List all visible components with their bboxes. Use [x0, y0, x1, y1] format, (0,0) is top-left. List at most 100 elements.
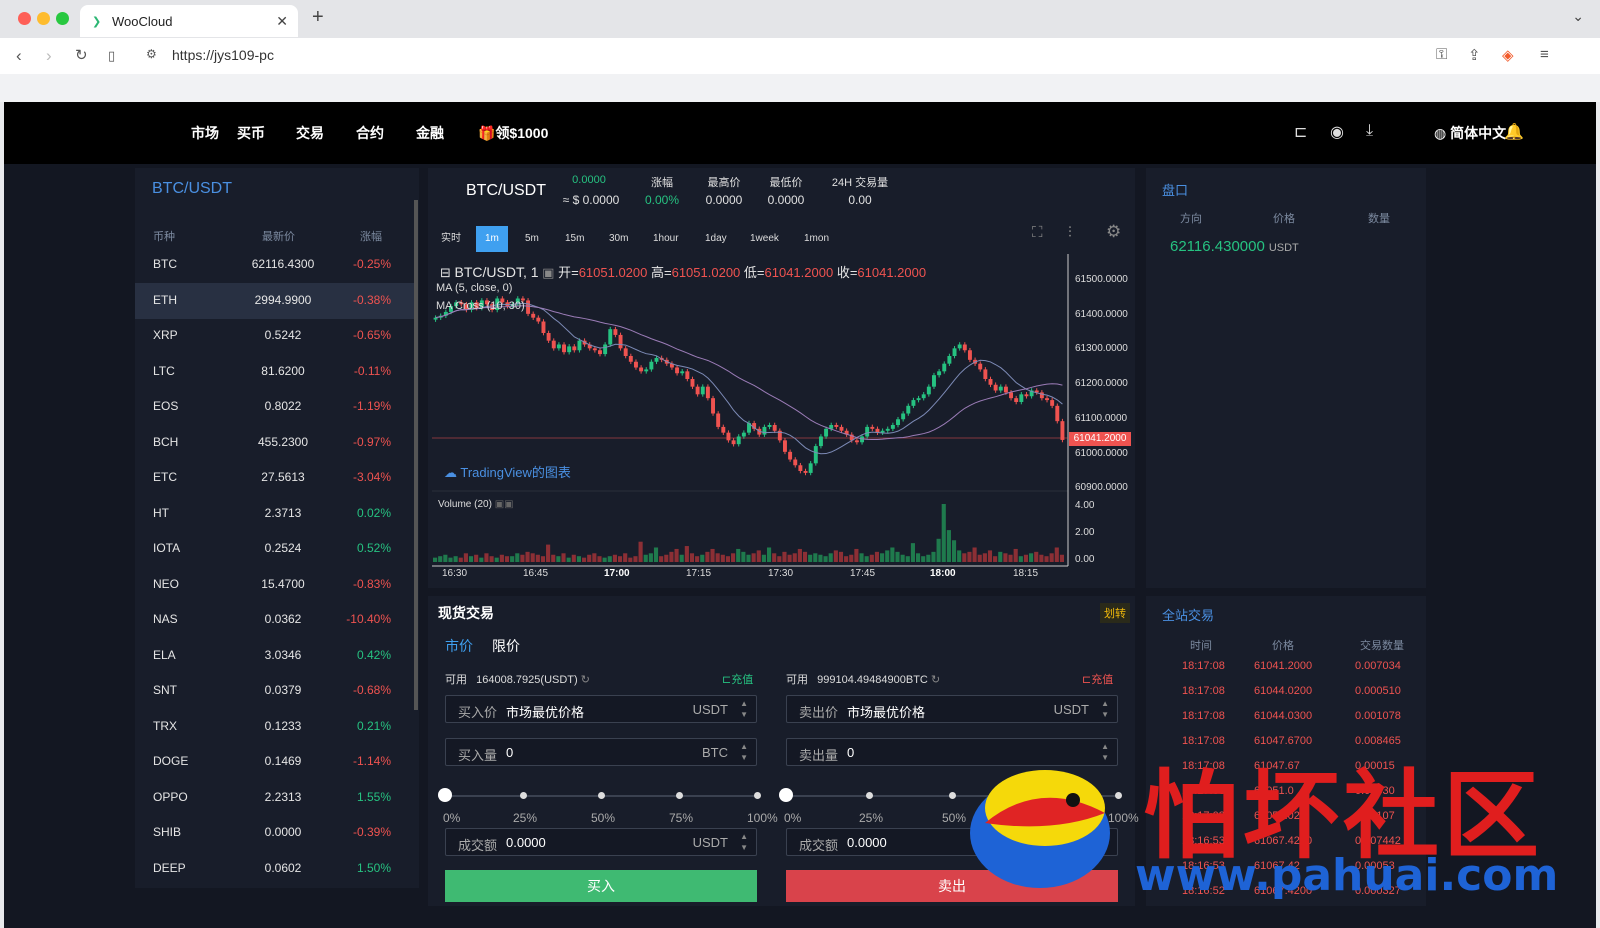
nav-buy-coin[interactable]: 买币 — [237, 123, 265, 143]
chart-settings-icon[interactable]: ⚙ — [1106, 222, 1121, 242]
market-row-ela[interactable]: ELA 3.0346 0.42% — [135, 638, 415, 674]
market-row-doge[interactable]: DOGE 0.1469 -1.14% — [135, 744, 415, 780]
market-row-eos[interactable]: EOS 0.8022 -1.19% — [135, 389, 415, 425]
refresh-icon[interactable]: ↻ — [931, 674, 940, 686]
sell-price-field[interactable]: 卖出价 市场最优价格 USDT ▲ ▼ — [786, 695, 1118, 723]
site-header: 市场 买币 交易 合约 金融 🎁领$1000 ⊏ ◉ ⤓ ◍ 简体中文 ‹ 🔔 — [4, 102, 1596, 164]
tab-market-order[interactable]: 市价 — [445, 636, 473, 656]
reload-icon[interactable]: ↻ — [75, 46, 88, 64]
nav-finance[interactable]: 金融 — [416, 123, 444, 143]
ticker-price: 0.0000 — [572, 174, 606, 186]
market-row-xrp[interactable]: XRP 0.5242 -0.65% — [135, 318, 415, 354]
new-tab-icon[interactable]: + — [312, 6, 324, 29]
market-row-bch[interactable]: BCH 455.2300 -0.97% — [135, 425, 415, 461]
tf-15m[interactable]: 15m — [565, 226, 584, 252]
maximize-window-button[interactable] — [56, 12, 69, 25]
tf-realtime[interactable]: 实时 — [441, 226, 461, 252]
volume-settings-icon[interactable]: ▣▣ — [495, 499, 514, 510]
bell-icon[interactable]: 🔔 — [1504, 122, 1524, 142]
indicators-icon[interactable]: ⫶ — [1068, 224, 1072, 241]
fullscreen-icon[interactable]: ⛶ — [1032, 224, 1043, 241]
buy-qty-field[interactable]: 买入量 0 BTC ▲ ▼ — [445, 738, 757, 766]
volume-bar — [741, 551, 746, 562]
market-row-nas[interactable]: NAS 0.0362 -10.40% — [135, 602, 415, 638]
buy-deposit-link[interactable]: ⊏充值 — [722, 671, 753, 687]
nav-trade[interactable]: 交易 — [296, 123, 324, 143]
tf-1day[interactable]: 1day — [705, 226, 727, 252]
tf-1mon[interactable]: 1mon — [804, 226, 829, 252]
language-selector[interactable]: ◍ 简体中文 ‹ — [1434, 123, 1515, 143]
market-row-etc[interactable]: ETC 27.5613 -3.04% — [135, 460, 415, 496]
browser-tab[interactable]: ❯ WooCloud ✕ — [80, 5, 298, 37]
sell-deposit-link[interactable]: ⊏充值 — [1082, 671, 1113, 687]
market-change: 0.52% — [356, 541, 391, 555]
tab-list-chevron-icon[interactable]: ⌄ — [1572, 8, 1584, 25]
address-bar[interactable]: https://jys109-pc — [172, 47, 274, 63]
forward-icon[interactable]: › — [46, 46, 52, 66]
market-row-shib[interactable]: SHIB 0.0000 -0.39% — [135, 815, 415, 851]
sell-slider-stop[interactable] — [866, 792, 873, 799]
tf-30m[interactable]: 30m — [609, 226, 628, 252]
stat-change-value: 0.00% — [644, 193, 680, 207]
nav-reward-label: 领$1000 — [495, 125, 549, 141]
tab-limit-order[interactable]: 限价 — [492, 636, 520, 656]
market-row-neo[interactable]: NEO 15.4700 -0.83% — [135, 567, 415, 603]
market-row-trx[interactable]: TRX 0.1233 0.21% — [135, 709, 415, 745]
tf-1hour[interactable]: 1hour — [653, 226, 679, 252]
buy-slider-stop[interactable] — [754, 792, 761, 799]
market-price: 81.6200 — [261, 363, 305, 378]
legend-settings-icon[interactable]: ▣ — [542, 265, 554, 280]
market-row-eth[interactable]: ETH 2994.9900 -0.38% — [135, 282, 415, 319]
buy-slider-stop[interactable] — [598, 792, 605, 799]
market-row-btc[interactable]: BTC 62116.4300 -0.25% — [135, 247, 415, 283]
buy-price-field[interactable]: 买入价 市场最优价格 USDT ▲ ▼ — [445, 695, 757, 723]
tf-5m[interactable]: 5m — [525, 226, 539, 252]
minimize-window-button[interactable] — [37, 12, 50, 25]
candle-body — [603, 344, 608, 355]
market-list-scrollbar[interactable] — [414, 200, 418, 710]
market-row-snt[interactable]: SNT 0.0379 -0.68% — [135, 673, 415, 709]
site-settings-icon[interactable]: ⚙ — [146, 47, 157, 61]
bookmark-icon[interactable]: ▯ — [108, 48, 115, 64]
candle-body — [562, 344, 566, 353]
candlestick-chart[interactable] — [432, 254, 1132, 584]
browser-menu-icon[interactable]: ≡ — [1540, 46, 1549, 63]
volume-bar — [700, 554, 705, 562]
stepper-icon[interactable]: ▲▼ — [740, 831, 748, 853]
back-icon[interactable]: ‹ — [16, 46, 22, 66]
market-row-ht[interactable]: HT 2.3713 0.02% — [135, 496, 415, 532]
tradingview-watermark[interactable]: ☁ TradingView的图表 — [444, 462, 571, 481]
market-row-ltc[interactable]: LTC 81.6200 -0.11% — [135, 354, 415, 390]
nav-reward[interactable]: 🎁领$1000 — [478, 123, 548, 143]
market-row-oppo[interactable]: OPPO 2.2313 1.55% — [135, 780, 415, 816]
volume-bar — [864, 556, 869, 562]
sell-slider-handle[interactable] — [779, 788, 793, 802]
transfer-button[interactable]: 划转 — [1100, 603, 1130, 623]
user-icon[interactable]: ◉ — [1330, 122, 1344, 142]
volume-bar — [602, 557, 607, 562]
buy-slider-stop[interactable] — [676, 792, 683, 799]
stepper-icon[interactable]: ▲▼ — [740, 741, 748, 763]
volume-bar — [998, 551, 1003, 562]
nav-contract[interactable]: 合约 — [356, 123, 384, 143]
nav-market[interactable]: 市场 — [191, 123, 219, 143]
collapse-legend-icon[interactable]: ⊟ — [440, 265, 451, 280]
share-icon[interactable]: ⇪ — [1468, 46, 1481, 64]
buy-slider-stop[interactable] — [520, 792, 527, 799]
key-icon[interactable]: ⚿ — [1436, 46, 1447, 63]
wallet-icon[interactable]: ⊏ — [1294, 122, 1307, 142]
market-row-deep[interactable]: DEEP 0.0602 1.50% — [135, 851, 415, 887]
close-tab-icon[interactable]: ✕ — [276, 13, 288, 30]
buy-amount-field[interactable]: 成交额 0.0000 USDT ▲ ▼ — [445, 828, 757, 856]
close-window-button[interactable] — [18, 12, 31, 25]
buy-slider-handle[interactable] — [438, 788, 452, 802]
refresh-icon[interactable]: ↻ — [581, 674, 590, 686]
tf-1week[interactable]: 1week — [750, 226, 779, 252]
market-row-iota[interactable]: IOTA 0.2524 0.52% — [135, 531, 415, 567]
download-icon[interactable]: ⤓ — [1366, 122, 1373, 140]
stepper-icon[interactable]: ▲▼ — [740, 698, 748, 720]
tf-1m[interactable]: 1m — [476, 226, 508, 252]
brave-shield-icon[interactable]: ◈ — [1502, 46, 1514, 64]
stepper-icon[interactable]: ▲▼ — [1101, 698, 1109, 720]
buy-button[interactable]: 买入 — [445, 870, 757, 902]
